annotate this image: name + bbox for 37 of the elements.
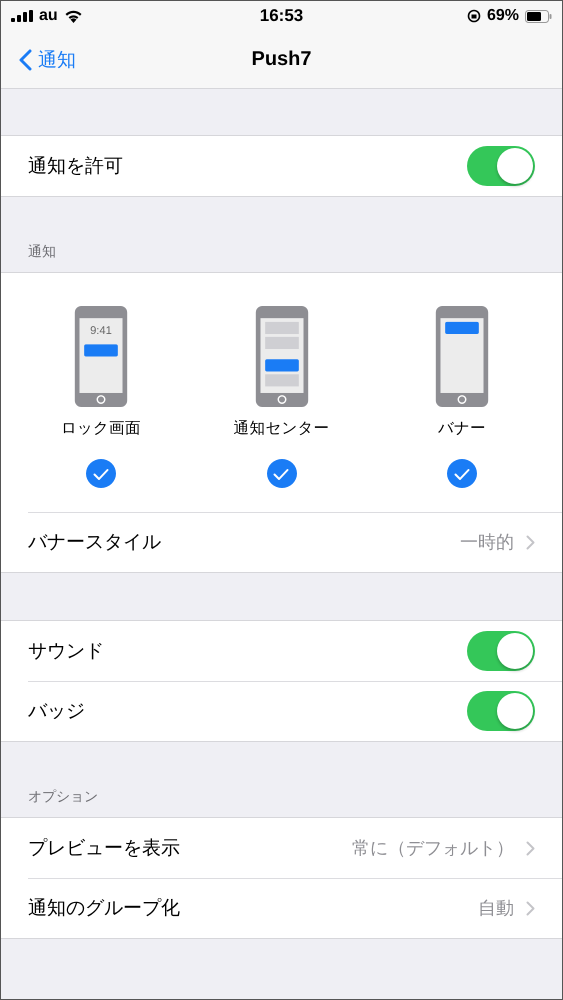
row-label: 通知を許可	[28, 154, 123, 179]
checkmark-icon[interactable]	[447, 459, 477, 488]
checkmark-icon[interactable]	[86, 459, 116, 488]
row-label: プレビューを表示	[28, 836, 180, 861]
chevron-right-icon	[526, 840, 535, 856]
battery-icon	[525, 10, 552, 22]
carrier-name: au	[39, 7, 58, 25]
section-header: オプション	[28, 788, 98, 806]
style-label: ロック画面	[61, 418, 141, 439]
row-value: 一時的	[460, 531, 514, 554]
toggle-switch[interactable]	[467, 146, 535, 186]
wifi-icon	[64, 9, 83, 23]
nav-title: Push7	[251, 48, 312, 71]
style-label: 通知センター	[234, 418, 330, 439]
status-time: 16:53	[260, 6, 304, 26]
toggle-switch[interactable]	[467, 631, 535, 671]
lock-screen-phone-drawing[interactable]: 9:41	[73, 306, 129, 407]
section-header: 通知	[28, 243, 56, 261]
checkmark-icon[interactable]	[266, 459, 296, 488]
chevron-right-icon	[526, 900, 535, 916]
rotation-lock-icon	[466, 9, 481, 23]
row-value: 常に（デフォルト）	[352, 837, 514, 860]
battery-percent: 69%	[486, 7, 519, 25]
back-button[interactable]: 通知	[1, 46, 76, 72]
row-label: バナースタイル	[28, 530, 161, 555]
back-label[interactable]: 通知	[38, 46, 76, 72]
chevron-left-icon	[19, 48, 32, 70]
notification-center-phone-drawing[interactable]	[254, 306, 310, 407]
row-label: バッジ	[28, 699, 85, 724]
toggle-switch[interactable]	[467, 691, 535, 731]
signal-icon	[11, 10, 33, 22]
banner-phone-drawing[interactable]	[434, 306, 490, 407]
style-label: バナー	[438, 418, 486, 439]
row-value: 自動	[478, 897, 514, 920]
row-label: サウンド	[28, 639, 104, 664]
chevron-right-icon	[526, 534, 535, 550]
row-label: 通知のグループ化	[28, 896, 180, 921]
